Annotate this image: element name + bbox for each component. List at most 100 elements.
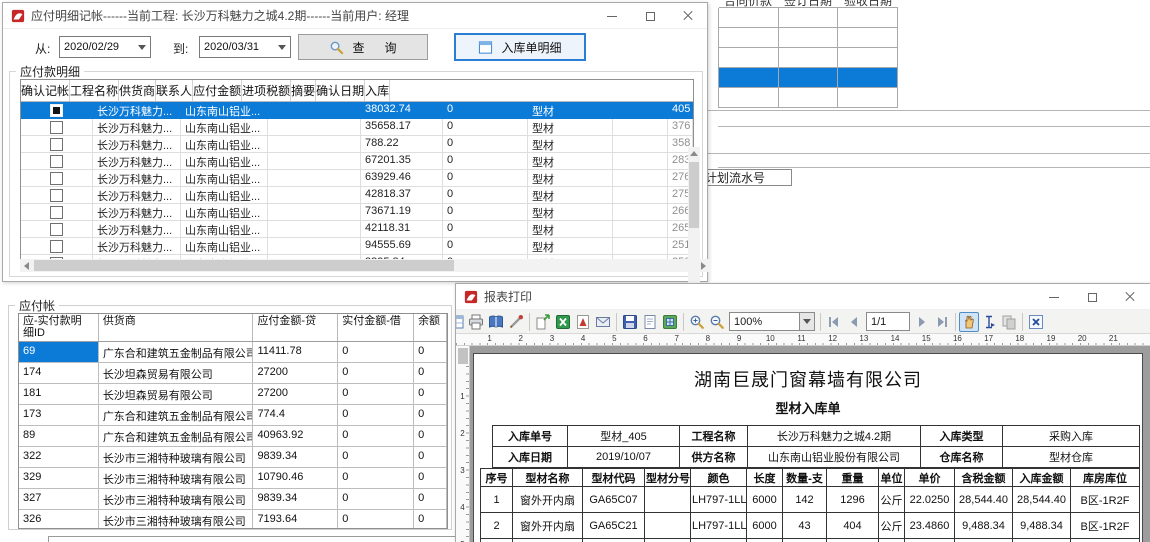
- table-row[interactable]: [718, 28, 898, 48]
- zoom-in-icon[interactable]: [687, 312, 707, 332]
- confirm-checkbox[interactable]: [50, 240, 63, 253]
- zoom-level-select[interactable]: 100%: [729, 312, 815, 331]
- minimize-button[interactable]: [1035, 284, 1073, 310]
- window-grid-icon[interactable]: [456, 312, 466, 332]
- page-settings-icon[interactable]: [506, 312, 526, 332]
- close-preview-icon[interactable]: [1026, 312, 1046, 332]
- column-header[interactable]: 供货商: [99, 314, 254, 341]
- confirm-checkbox[interactable]: [50, 189, 63, 202]
- table-row[interactable]: 174 长沙坦森贸易有限公司 27200 0 0: [19, 363, 447, 384]
- hand-tool-icon[interactable]: [959, 312, 979, 332]
- column-header[interactable]: 应付金额: [193, 80, 242, 101]
- close-button[interactable]: [669, 3, 707, 29]
- table-row[interactable]: 长沙万科魅力... 山东南山铝业... 38032.74 0 型材 405: [21, 102, 693, 119]
- page-icon[interactable]: [640, 312, 660, 332]
- column-header: 颜色: [691, 469, 747, 487]
- credit-amount-cell: 27200: [253, 363, 338, 384]
- minimize-button[interactable]: [593, 3, 631, 29]
- print-icon[interactable]: [466, 312, 486, 332]
- scrollbar-thumb[interactable]: [689, 162, 699, 228]
- table-row[interactable]: 89 广东合和建筑五金制品有限公司 40963.92 0 0: [19, 426, 447, 447]
- summary-cell: 型材: [528, 238, 613, 255]
- close-button[interactable]: [1111, 284, 1149, 310]
- first-page-icon[interactable]: [824, 312, 844, 332]
- table-row[interactable]: [718, 88, 898, 108]
- title-bar[interactable]: 应付明细记帐------当前工程: 长沙万科魅力之城4.2期------当前用户…: [3, 3, 707, 29]
- confirm-checkbox[interactable]: [50, 121, 63, 134]
- horizontal-scrollbar[interactable]: [20, 259, 710, 272]
- to-label: 到:: [173, 40, 188, 57]
- confirm-checkbox[interactable]: [50, 104, 63, 117]
- column-header[interactable]: 工程名称: [70, 80, 119, 101]
- column-header[interactable]: 余额: [414, 314, 447, 341]
- query-button[interactable]: 查 询: [298, 34, 428, 60]
- table-row[interactable]: 173 广东合和建筑五金制品有限公司 774.4 0 0: [19, 405, 447, 426]
- chevron-down-icon[interactable]: [274, 37, 290, 57]
- column-header[interactable]: 摘要: [291, 80, 316, 101]
- excel-icon[interactable]: [553, 312, 573, 332]
- table-row[interactable]: 长沙万科魅力... 山东南山铝业... 35658.17 0 型材 376: [21, 119, 693, 136]
- column-header[interactable]: 联系人: [156, 80, 193, 101]
- table-row[interactable]: [718, 48, 898, 68]
- column-header[interactable]: 实付金额-借: [338, 314, 414, 341]
- table-row[interactable]: [718, 68, 898, 88]
- next-page-icon[interactable]: [912, 312, 932, 332]
- last-page-icon[interactable]: [932, 312, 952, 332]
- zoom-out-icon[interactable]: [707, 312, 727, 332]
- table-row[interactable]: 长沙万科魅力... 山东南山铝业... 63929.46 0 型材 276: [21, 170, 693, 187]
- table-row[interactable]: 181 长沙坦森贸易有限公司 27200 0 0: [19, 384, 447, 405]
- table-row[interactable]: 69 广东合和建筑五金制品有限公司 11411.78 0 0: [19, 342, 447, 363]
- divider: [718, 126, 1150, 127]
- to-date-picker[interactable]: 2020/03/31: [199, 36, 291, 58]
- table-row[interactable]: 长沙万科魅力... 山东南山铝业... 67201.35 0 型材 283: [21, 153, 693, 170]
- confirm-checkbox[interactable]: [50, 155, 63, 168]
- table-row[interactable]: 长沙万科魅力... 山东南山铝业... 788.22 0 型材 358: [21, 136, 693, 153]
- title-bar[interactable]: 报表打印: [456, 284, 1150, 310]
- scroll-up-icon[interactable]: [688, 147, 700, 160]
- from-date-picker[interactable]: 2020/02/29: [59, 36, 151, 58]
- scrollbar-thumb[interactable]: [34, 260, 454, 271]
- copy-pages-icon[interactable]: [999, 312, 1019, 332]
- scroll-right-icon[interactable]: [697, 259, 710, 272]
- inbound-detail-table: 序号型材名称型材代码型材分号颜色长度数量-支重量单位单价含税金额入库金额库房库位…: [480, 468, 1140, 542]
- column-header[interactable]: 应付金额-贷: [253, 314, 338, 341]
- page-indicator-input[interactable]: 1/1: [866, 312, 910, 331]
- scrollbar-thumb[interactable]: [458, 348, 468, 364]
- archive-icon[interactable]: [660, 312, 680, 332]
- table-row[interactable]: 长沙万科魅力... 山东南山铝业... 94555.69 0 型材 251: [21, 238, 693, 255]
- table-row[interactable]: 327 长沙市三湘特种玻璃有限公司 9839.34 0 0: [19, 489, 447, 510]
- table-row[interactable]: [718, 8, 898, 28]
- text-select-icon[interactable]: [979, 312, 999, 332]
- table-row[interactable]: 长沙万科魅力... 山东南山铝业... 73671.19 0 型材 266: [21, 204, 693, 221]
- ruler-number: 11: [786, 334, 817, 345]
- table-row[interactable]: 长沙万科魅力... 山东南山铝业... 42818.37 0 型材 275: [21, 187, 693, 204]
- mail-icon[interactable]: [593, 312, 613, 332]
- inbound-detail-button[interactable]: 入库单明细: [455, 34, 585, 60]
- book-icon[interactable]: [486, 312, 506, 332]
- column-header[interactable]: 确认记帐: [21, 80, 70, 101]
- maximize-button[interactable]: [1073, 284, 1111, 310]
- export-icon[interactable]: [533, 312, 553, 332]
- pdf-icon[interactable]: [573, 312, 593, 332]
- prev-page-icon[interactable]: [844, 312, 864, 332]
- table-row[interactable]: 长沙万科魅力... 山东南山铝业... 42118.31 0 型材 265: [21, 221, 693, 238]
- table-row[interactable]: 322 长沙市三湘特种玻璃有限公司 9839.34 0 0: [19, 447, 447, 468]
- save-icon[interactable]: [620, 312, 640, 332]
- balance-cell: 0: [414, 510, 447, 529]
- column-header[interactable]: 入库: [365, 80, 390, 101]
- maximize-button[interactable]: [631, 3, 669, 29]
- column-header[interactable]: 供货商: [119, 80, 156, 101]
- confirm-checkbox[interactable]: [50, 138, 63, 151]
- confirm-checkbox[interactable]: [50, 172, 63, 185]
- print-preview-area[interactable]: 12345 湖南巨晟门窗幕墙有限公司 型材入库单 入库单号型材_405 工程名称…: [456, 346, 1150, 542]
- column-header[interactable]: 应-实付款明 细ID: [19, 314, 99, 341]
- table-row[interactable]: 326 长沙市三湘特种玻璃有限公司 7193.64 0 0: [19, 510, 447, 529]
- scroll-left-icon[interactable]: [20, 259, 33, 272]
- column-header[interactable]: 确认日期: [316, 80, 365, 101]
- confirm-checkbox[interactable]: [50, 206, 63, 219]
- confirm-checkbox[interactable]: [50, 223, 63, 236]
- chevron-down-icon[interactable]: [134, 37, 150, 57]
- column-header[interactable]: 进项税额: [242, 80, 291, 101]
- chevron-down-icon[interactable]: [799, 313, 814, 330]
- table-row[interactable]: 329 长沙市三湘特种玻璃有限公司 10790.46 0 0: [19, 468, 447, 489]
